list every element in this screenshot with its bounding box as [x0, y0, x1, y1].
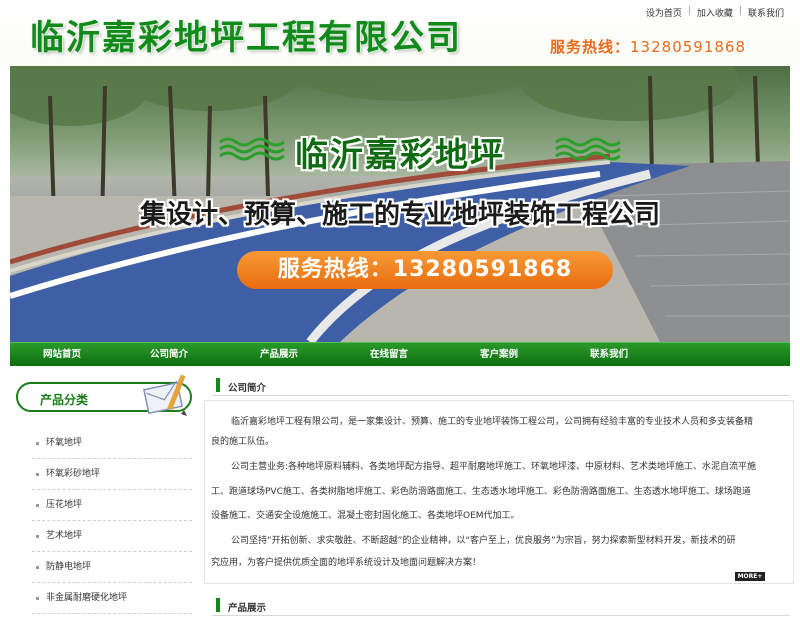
- category-item-label: 环氧彩砂地坪: [46, 469, 101, 479]
- hotline-label: 服务热线：: [550, 38, 631, 56]
- contact-us-link[interactable]: 联系我们: [748, 6, 784, 19]
- products-section-header: 产品展示: [212, 596, 790, 616]
- products-section-title: 产品展示: [228, 603, 267, 614]
- bullet-icon: [36, 597, 39, 600]
- about-paragraph-line: 设备施工、交通安全设施施工、混凝土密封固化施工、各类地坪OEM代加工。: [211, 511, 520, 521]
- category-heading-label: 产品分类: [40, 393, 89, 407]
- category-heading: 产品分类: [16, 374, 192, 416]
- banner-subtitle: 集设计、预算、施工的专业地坪装饰工程公司: [139, 200, 660, 230]
- bullet-icon: [36, 566, 39, 569]
- nav-cases[interactable]: 客户案例: [444, 343, 554, 366]
- category-item-label: 非金属耐磨硬化地坪: [46, 593, 128, 603]
- site-logo[interactable]: 临沂嘉彩地坪工程有限公司: [30, 10, 462, 59]
- add-favorite-link[interactable]: 加入收藏: [697, 6, 733, 19]
- about-paragraph-line: 临沂嘉彩地坪工程有限公司，是一家集设计、预算、施工的专业地坪装饰工程公司，公司拥…: [231, 417, 754, 427]
- about-section-title: 公司简介: [228, 383, 267, 394]
- section-marker: [216, 378, 220, 392]
- envelope-pen-icon: [142, 374, 187, 416]
- bullet-icon: [36, 535, 39, 538]
- category-item[interactable]: 环氧地坪: [32, 428, 192, 459]
- category-item[interactable]: 艺术地坪: [32, 521, 192, 552]
- main-nav: 网站首页 公司简介 产品展示 在线留言 客户案例 联系我们: [10, 342, 790, 366]
- category-item-label: 环氧地坪: [46, 438, 83, 448]
- category-item-label: 艺术地坪: [46, 531, 83, 541]
- header-hotline: 服务热线：13280591868: [550, 36, 746, 57]
- about-paragraph-line: 工、跑道球场PVC施工、各类树脂地坪施工、彩色防滑路面施工、生态透水地坪施工、彩…: [211, 487, 751, 497]
- category-item[interactable]: 非金属耐磨硬化地坪: [32, 583, 192, 614]
- category-item[interactable]: 环氧彩砂地坪: [32, 459, 192, 490]
- about-paragraph-line: 良的施工队伍。: [211, 437, 275, 447]
- set-homepage-link[interactable]: 设为首页: [646, 6, 682, 19]
- hotline-number: 13280591868: [630, 38, 746, 56]
- banner-title: 临沂嘉彩地坪: [295, 135, 505, 174]
- category-item[interactable]: 压花地坪: [32, 490, 192, 521]
- hero-banner: 临沂嘉彩地坪 集设计、预算、施工的专业地坪装饰工程公司 服务热线：1328059…: [10, 66, 790, 342]
- separator: |: [738, 6, 742, 16]
- site-header: 临沂嘉彩地坪工程有限公司 设为首页 | 加入收藏 | 联系我们 服务热线：132…: [0, 0, 800, 66]
- category-item-label: 防静电地坪: [46, 562, 92, 572]
- nav-home[interactable]: 网站首页: [10, 343, 114, 366]
- about-paragraph-line: 究应用，为客户提供优质全面的地坪系统设计及地面问题解决方案！: [211, 558, 482, 568]
- banner-hotline: 服务热线：13280591868: [237, 251, 613, 289]
- category-item[interactable]: 防静电地坪: [32, 552, 192, 583]
- bullet-icon: [36, 442, 39, 445]
- bullet-icon: [36, 473, 39, 476]
- nav-products[interactable]: 产品展示: [224, 343, 334, 366]
- section-marker: [216, 598, 220, 612]
- nav-contact[interactable]: 联系我们: [554, 343, 664, 366]
- category-item-label: 压花地坪: [46, 500, 83, 510]
- about-paragraph-line: 公司坚持“开拓创新、求实敬胜、不断超越”的企业精神，以“客户至上，优良服务”为宗…: [231, 536, 736, 546]
- about-panel: 临沂嘉彩地坪工程有限公司，是一家集设计、预算、施工的专业地坪装饰工程公司，公司拥…: [204, 400, 794, 584]
- nav-message[interactable]: 在线留言: [334, 343, 444, 366]
- about-section-header: 公司简介: [212, 376, 790, 396]
- about-paragraph-line: 公司主营业务:各种地坪原料辅料、各类地坪配方指导、超平耐磨地坪施工、环氧地坪漆、…: [231, 462, 757, 472]
- top-links: 设为首页 | 加入收藏 | 联系我们: [646, 6, 784, 19]
- bullet-icon: [36, 504, 39, 507]
- sidebar: 产品分类 环氧地坪 环氧彩砂地坪 压花地坪 艺术地坪 防静电地坪 非金属耐磨硬化…: [10, 368, 200, 618]
- separator: |: [687, 6, 691, 16]
- category-list: 环氧地坪 环氧彩砂地坪 压花地坪 艺术地坪 防静电地坪 非金属耐磨硬化地坪: [32, 428, 192, 614]
- more-button[interactable]: MORE+: [735, 572, 765, 581]
- nav-about[interactable]: 公司简介: [114, 343, 224, 366]
